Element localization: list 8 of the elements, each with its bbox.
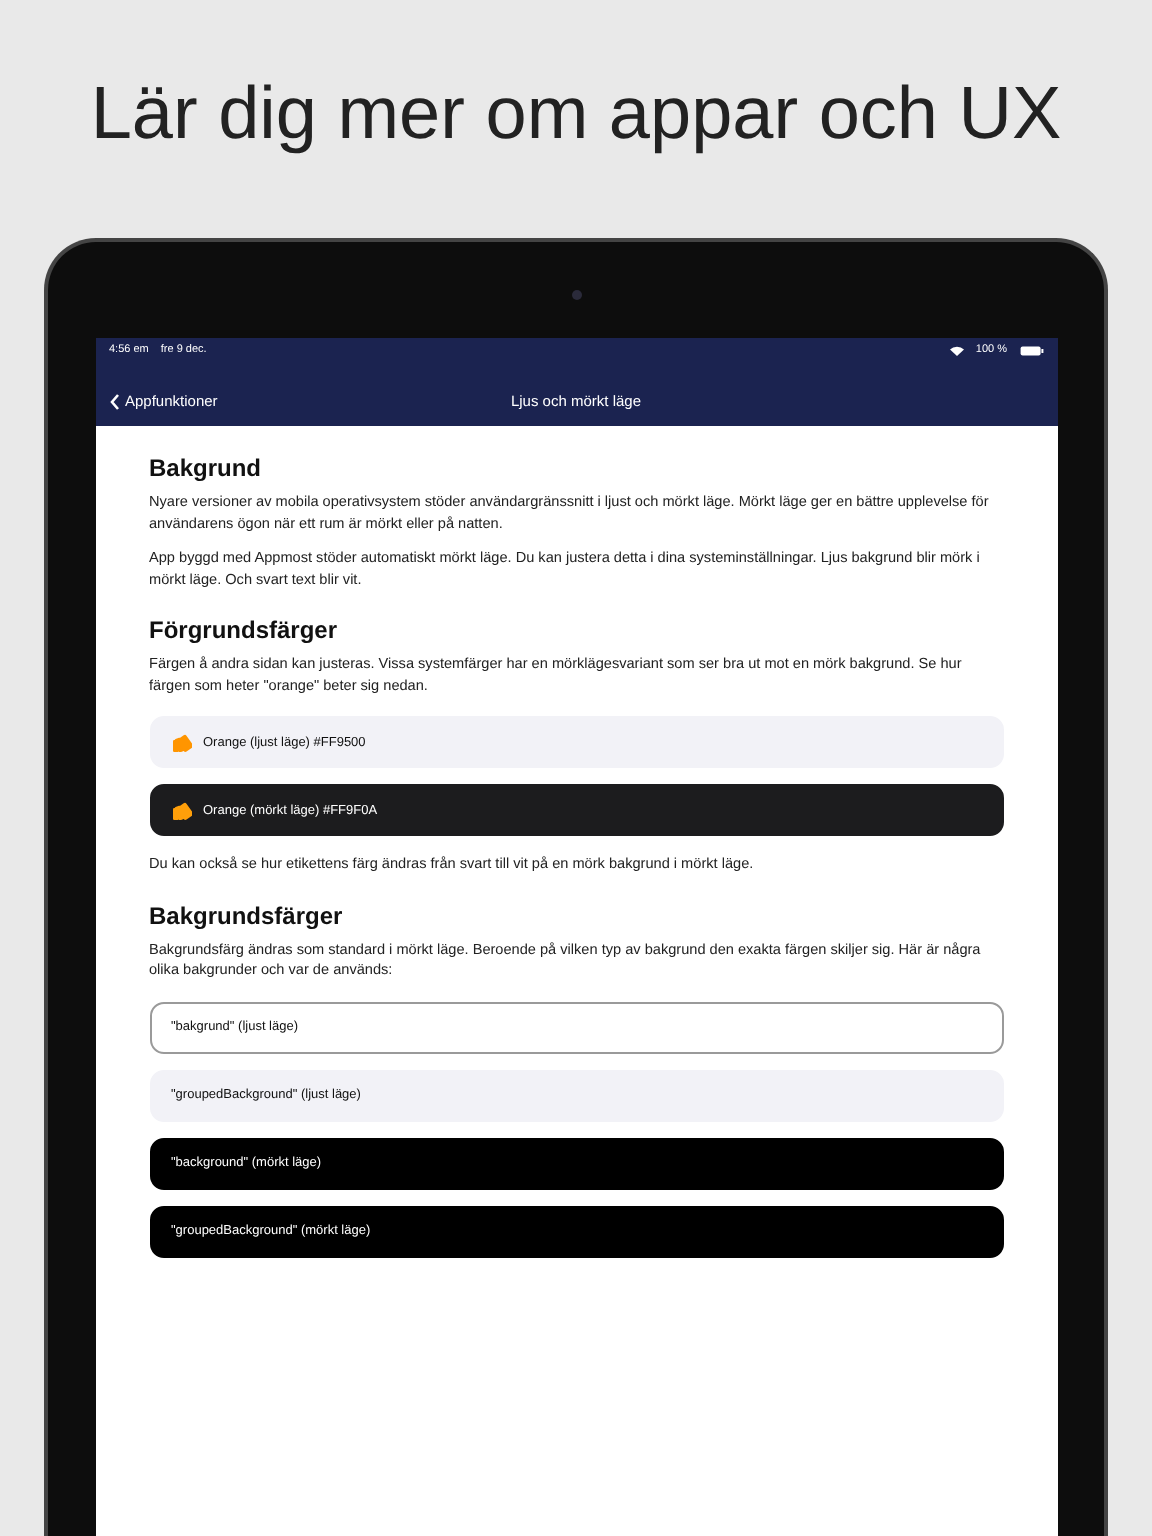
battery-icon — [1019, 345, 1043, 355]
chevron-left-icon — [109, 393, 119, 409]
headline: Lär dig mer om appar och UX — [90, 72, 1062, 158]
section-heading: Förgrundsfärger — [149, 616, 340, 644]
camera-dot — [571, 290, 581, 300]
section-heading: Bakgrund — [149, 454, 264, 482]
wifi-icon — [949, 345, 964, 355]
section-heading: Bakgrundsfärger — [149, 901, 345, 929]
